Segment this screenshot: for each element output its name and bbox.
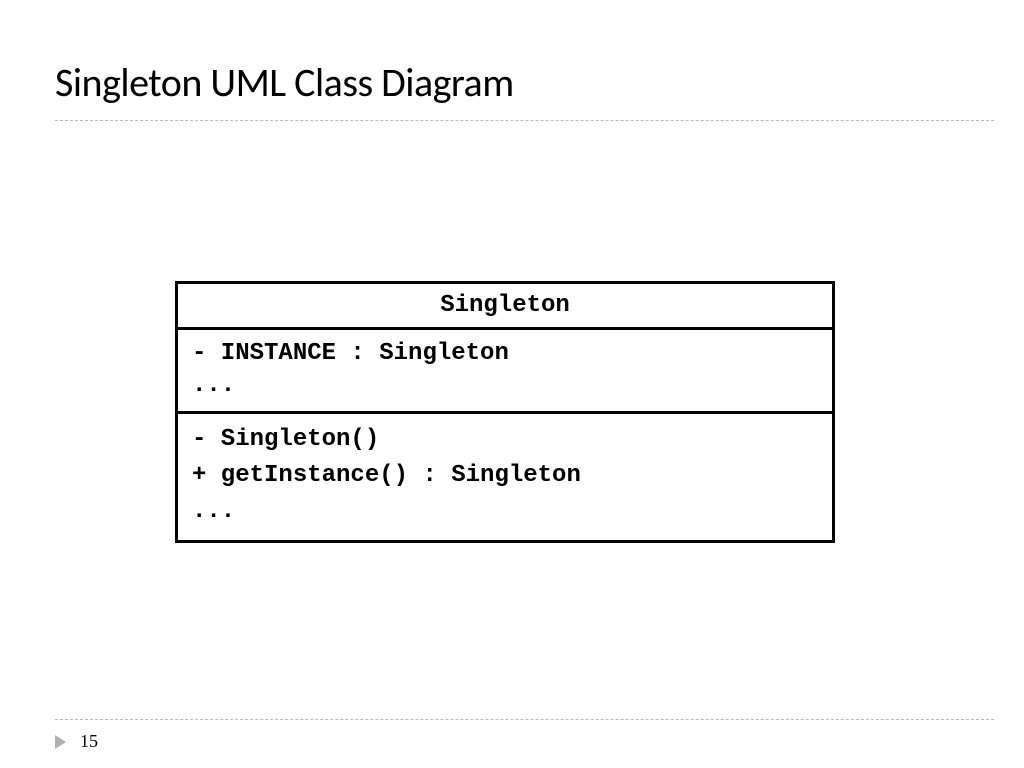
uml-class-name: Singleton xyxy=(178,284,832,330)
uml-methods-section: - Singleton() + getInstance() : Singleto… xyxy=(178,414,832,540)
footer-divider xyxy=(55,719,994,720)
title-divider xyxy=(55,120,994,121)
slide-title: Singleton UML Class Diagram xyxy=(55,58,514,107)
page-number: 15 xyxy=(80,731,98,752)
uml-attributes-section: - INSTANCE : Singleton ... xyxy=(178,330,832,414)
uml-class-box: Singleton - INSTANCE : Singleton ... - S… xyxy=(175,281,835,543)
slide-footer: 15 xyxy=(55,731,98,752)
nav-arrow-icon xyxy=(55,735,66,749)
